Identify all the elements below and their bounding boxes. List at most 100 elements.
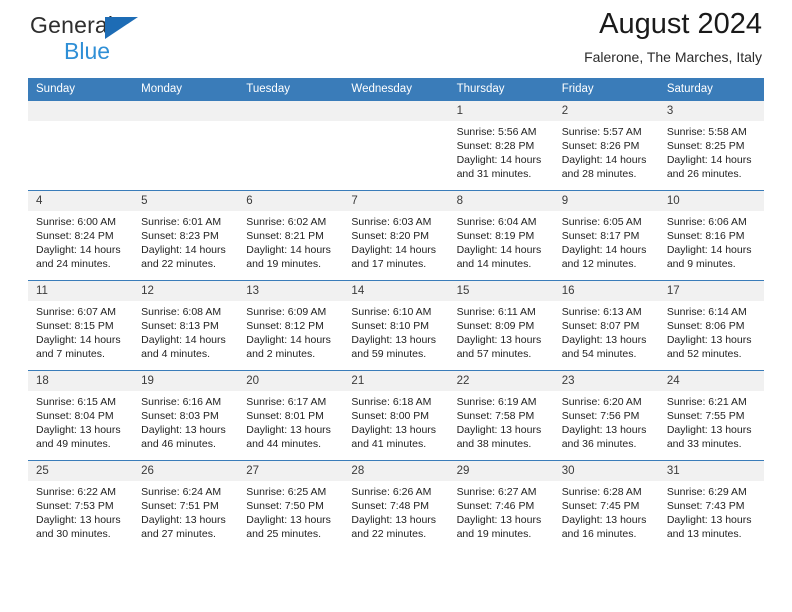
sunset-text: Sunset: 8:26 PM [561, 140, 640, 153]
sunset-text: Sunset: 8:20 PM [351, 230, 430, 243]
day-number: 31 [658, 461, 764, 481]
calendar-day-cell[interactable]: 2 Sunrise: 5:57 AM Sunset: 8:26 PM Daylight… [553, 100, 659, 191]
sunset-text: Sunset: 7:48 PM [351, 500, 430, 513]
daylight-text-line1: Daylight: 14 hours [666, 244, 752, 257]
sunset-text: Sunset: 7:55 PM [666, 410, 745, 423]
daylight-text-line2: and 44 minutes. [246, 438, 321, 451]
sunrise-text: Sunrise: 5:56 AM [456, 126, 537, 138]
day-number: 24 [658, 371, 764, 391]
calendar-day-cell[interactable]: 24 Sunrise: 6:21 AM Sunset: 7:55 PM Dayligh… [658, 370, 764, 461]
calendar-day-cell[interactable]: 23 Sunrise: 6:20 AM Sunset: 7:56 PM Dayligh… [553, 370, 659, 461]
calendar-day-cell[interactable]: 17 Sunrise: 6:14 AM Sunset: 8:06 PM Dayligh… [658, 280, 764, 371]
calendar-day-cell[interactable]: 18 Sunrise: 6:15 AM Sunset: 8:04 PM Dayligh… [28, 370, 134, 461]
calendar-day-cell[interactable]: 16 Sunrise: 6:13 AM Sunset: 8:07 PM Dayligh… [553, 280, 659, 371]
day-details: Sunrise: 6:21 AM Sunset: 7:55 PM Daylight:… [659, 391, 764, 451]
calendar-day-cell[interactable]: 29 Sunrise: 6:27 AM Sunset: 7:46 PM Dayligh… [448, 460, 554, 550]
calendar-day-cell[interactable]: 26 Sunrise: 6:24 AM Sunset: 7:51 PM Dayligh… [133, 460, 239, 550]
daylight-text-line2: and 22 minutes. [351, 528, 427, 541]
weekday-header-sunday: Sunday [28, 78, 134, 101]
day-number: 15 [448, 281, 554, 301]
day-details: Sunrise: 6:19 AM Sunset: 7:58 PM Daylight:… [449, 391, 554, 451]
sunrise-text: Sunrise: 6:04 AM [456, 216, 537, 228]
calendar-day-cell[interactable]: 30 Sunrise: 6:28 AM Sunset: 7:45 PM Dayligh… [553, 460, 659, 550]
day-details: Sunrise: 6:07 AM Sunset: 8:15 PM Daylight:… [28, 301, 133, 361]
daylight-text-line1: Daylight: 14 hours [351, 244, 437, 257]
calendar-day-cell[interactable]: 12 Sunrise: 6:08 AM Sunset: 8:13 PM Dayligh… [133, 280, 239, 371]
sunrise-text: Sunrise: 6:29 AM [666, 486, 747, 498]
daylight-text-line2: and 52 minutes. [666, 348, 742, 361]
calendar-day-cell[interactable]: 20 Sunrise: 6:17 AM Sunset: 8:01 PM Dayligh… [238, 370, 344, 461]
calendar-day-cell[interactable]: 21 Sunrise: 6:18 AM Sunset: 8:00 PM Dayligh… [343, 370, 449, 461]
calendar-day-cell[interactable]: 13 Sunrise: 6:09 AM Sunset: 8:12 PM Dayligh… [238, 280, 344, 371]
calendar-week-row: 4 Sunrise: 6:00 AM Sunset: 8:24 PM Daylight… [28, 190, 764, 281]
calendar-day-cell[interactable]: 25 Sunrise: 6:22 AM Sunset: 7:53 PM Dayligh… [28, 460, 134, 550]
brand-logo[interactable]: General Blue [30, 14, 138, 64]
day-number: 6 [238, 191, 344, 211]
daylight-text-line1: Daylight: 13 hours [36, 424, 121, 437]
brand-name-top: General [30, 14, 138, 39]
calendar-day-cell[interactable]: 6 Sunrise: 6:02 AM Sunset: 8:21 PM Daylight… [238, 190, 344, 281]
calendar-cell-empty [133, 100, 239, 191]
calendar-day-cell[interactable]: 22 Sunrise: 6:19 AM Sunset: 7:58 PM Dayligh… [448, 370, 554, 461]
calendar-day-cell[interactable]: 14 Sunrise: 6:10 AM Sunset: 8:10 PM Dayligh… [343, 280, 449, 371]
daylight-text-line2: and 24 minutes. [36, 258, 111, 271]
day-details: Sunrise: 6:09 AM Sunset: 8:12 PM Daylight:… [238, 301, 343, 361]
brand-name-bottom: Blue [64, 38, 111, 64]
calendar-day-cell[interactable]: 5 Sunrise: 6:01 AM Sunset: 8:23 PM Daylight… [133, 190, 239, 281]
calendar-day-cell[interactable]: 3 Sunrise: 5:58 AM Sunset: 8:25 PM Daylight… [658, 100, 764, 191]
day-number: 4 [28, 191, 134, 211]
day-number: 16 [553, 281, 659, 301]
calendar-day-cell[interactable]: 15 Sunrise: 6:11 AM Sunset: 8:09 PM Dayligh… [448, 280, 554, 371]
page-header: General Blue August 2024 Falerone, The M… [28, 0, 764, 78]
calendar-body: 1 Sunrise: 5:56 AM Sunset: 8:28 PM Daylight… [28, 100, 764, 550]
sunrise-text: Sunrise: 5:57 AM [561, 126, 642, 138]
sunset-text: Sunset: 8:23 PM [141, 230, 219, 243]
sunrise-text: Sunrise: 6:09 AM [246, 306, 327, 318]
calendar-day-cell[interactable]: 27 Sunrise: 6:25 AM Sunset: 7:50 PM Dayligh… [238, 460, 344, 550]
sunset-text: Sunset: 8:04 PM [36, 410, 114, 423]
day-details: Sunrise: 6:14 AM Sunset: 8:06 PM Daylight:… [659, 301, 764, 361]
weekday-header-thursday: Thursday [448, 78, 554, 101]
day-details: Sunrise: 6:10 AM Sunset: 8:10 PM Daylight:… [343, 301, 448, 361]
sunset-text: Sunset: 8:28 PM [456, 140, 535, 153]
sunset-text: Sunset: 8:24 PM [36, 230, 114, 243]
daylight-text-line2: and 12 minutes. [561, 258, 637, 271]
calendar-day-cell[interactable]: 9 Sunrise: 6:05 AM Sunset: 8:17 PM Daylight… [553, 190, 659, 281]
day-details: Sunrise: 6:16 AM Sunset: 8:03 PM Daylight:… [133, 391, 238, 451]
daylight-text-line1: Daylight: 13 hours [456, 424, 542, 437]
calendar-day-cell[interactable]: 11 Sunrise: 6:07 AM Sunset: 8:15 PM Dayligh… [28, 280, 134, 371]
day-details: Sunrise: 6:28 AM Sunset: 7:45 PM Daylight:… [554, 481, 659, 541]
calendar-day-cell[interactable]: 1 Sunrise: 5:56 AM Sunset: 8:28 PM Daylight… [448, 100, 554, 191]
day-details: Sunrise: 6:15 AM Sunset: 8:04 PM Daylight:… [28, 391, 133, 451]
sunrise-text: Sunrise: 6:27 AM [456, 486, 537, 498]
sunset-text: Sunset: 8:06 PM [666, 320, 745, 333]
calendar-day-cell[interactable]: 19 Sunrise: 6:16 AM Sunset: 8:03 PM Dayligh… [133, 370, 239, 461]
sunset-text: Sunset: 8:01 PM [246, 410, 324, 423]
daylight-text-line1: Daylight: 14 hours [246, 244, 331, 257]
day-number: 9 [553, 191, 659, 211]
daylight-text-line2: and 17 minutes. [351, 258, 427, 271]
day-number: 27 [238, 461, 344, 481]
daylight-text-line1: Daylight: 13 hours [351, 514, 437, 527]
daylight-text-line2: and 27 minutes. [141, 528, 216, 541]
daylight-text-line1: Daylight: 13 hours [561, 424, 647, 437]
calendar-day-cell[interactable]: 4 Sunrise: 6:00 AM Sunset: 8:24 PM Daylight… [28, 190, 134, 281]
sunrise-text: Sunrise: 6:03 AM [351, 216, 432, 228]
day-details: Sunrise: 6:20 AM Sunset: 7:56 PM Daylight:… [554, 391, 659, 451]
sunset-text: Sunset: 8:03 PM [141, 410, 219, 423]
calendar-day-cell[interactable]: 10 Sunrise: 6:06 AM Sunset: 8:16 PM Dayligh… [658, 190, 764, 281]
calendar-day-cell[interactable]: 7 Sunrise: 6:03 AM Sunset: 8:20 PM Daylight… [343, 190, 449, 281]
daylight-text-line2: and 49 minutes. [36, 438, 111, 451]
daylight-text-line2: and 19 minutes. [456, 528, 532, 541]
day-number: 23 [553, 371, 659, 391]
weekday-header-friday: Friday [553, 78, 659, 101]
sunrise-text: Sunrise: 6:17 AM [246, 396, 327, 408]
daylight-text-line1: Daylight: 13 hours [36, 514, 121, 527]
daylight-text-line2: and 14 minutes. [456, 258, 532, 271]
day-details: Sunrise: 6:24 AM Sunset: 7:51 PM Daylight:… [133, 481, 238, 541]
calendar-day-cell[interactable]: 28 Sunrise: 6:26 AM Sunset: 7:48 PM Dayligh… [343, 460, 449, 550]
weekday-header-saturday: Saturday [658, 78, 764, 101]
calendar-day-cell[interactable]: 31 Sunrise: 6:29 AM Sunset: 7:43 PM Dayligh… [658, 460, 764, 550]
calendar-day-cell[interactable]: 8 Sunrise: 6:04 AM Sunset: 8:19 PM Daylight… [448, 190, 554, 281]
day-number: 2 [553, 101, 659, 121]
